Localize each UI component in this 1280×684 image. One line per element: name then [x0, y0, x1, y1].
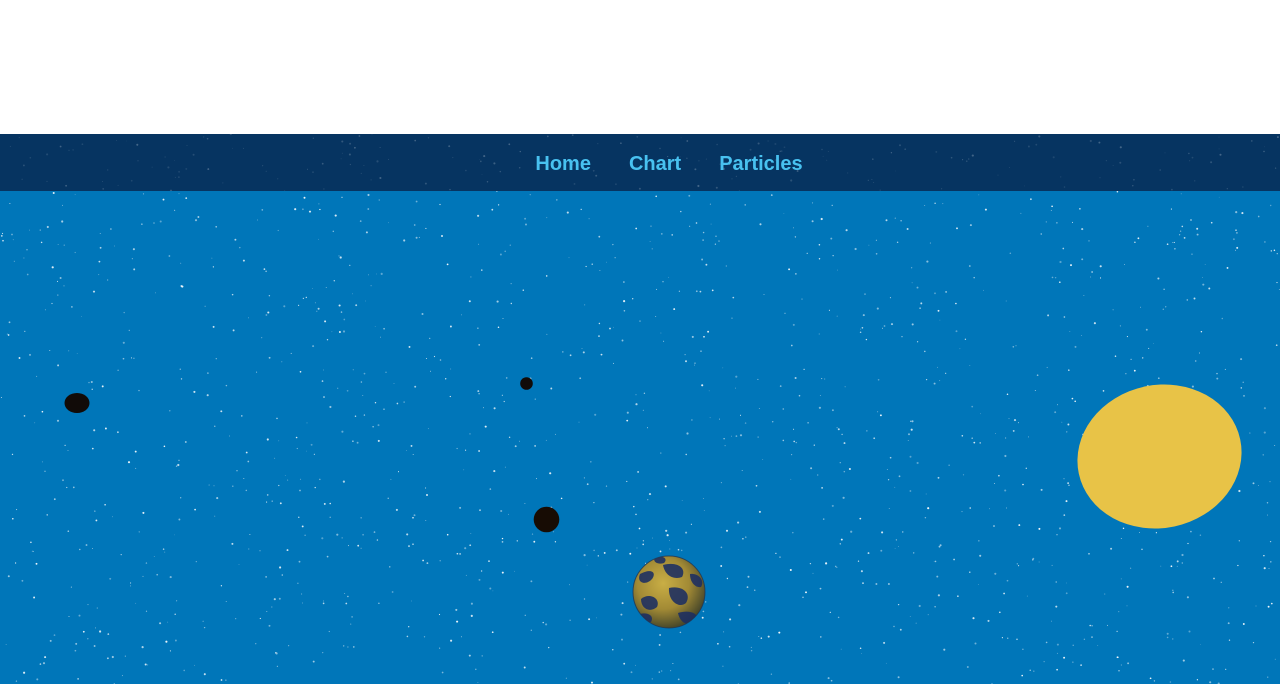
- dark-planet: [533, 506, 560, 533]
- blank-header-area: [0, 0, 1280, 134]
- nav-link-particles[interactable]: Particles: [719, 154, 802, 174]
- space-particles-scene[interactable]: [0, 191, 1280, 684]
- textured-planet: [632, 555, 706, 629]
- small-dark-moon-center: [520, 377, 533, 390]
- sun: [1077, 384, 1242, 529]
- nav-link-chart[interactable]: Chart: [629, 154, 681, 174]
- nav-link-home[interactable]: Home: [535, 154, 591, 174]
- celestial-bodies: [64, 377, 1242, 629]
- top-navigation-bar: Home Chart Particles: [0, 134, 1280, 191]
- particles-page: Home Chart Particles: [0, 0, 1280, 684]
- small-dark-moon-left: [64, 393, 90, 413]
- navigation-links: Home Chart Particles: [0, 134, 1280, 191]
